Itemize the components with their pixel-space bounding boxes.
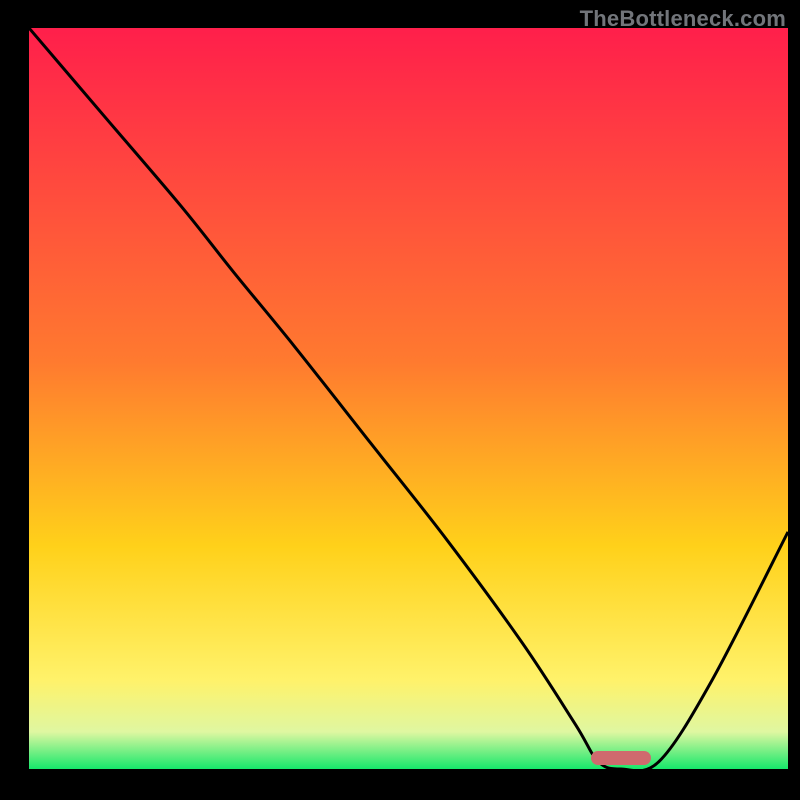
chart-plot-area (29, 28, 788, 769)
chart-background-gradient (29, 28, 788, 769)
chart-frame (12, 28, 788, 788)
optimal-marker (591, 751, 651, 765)
x-axis-line (29, 769, 788, 772)
chart-svg (29, 28, 788, 769)
